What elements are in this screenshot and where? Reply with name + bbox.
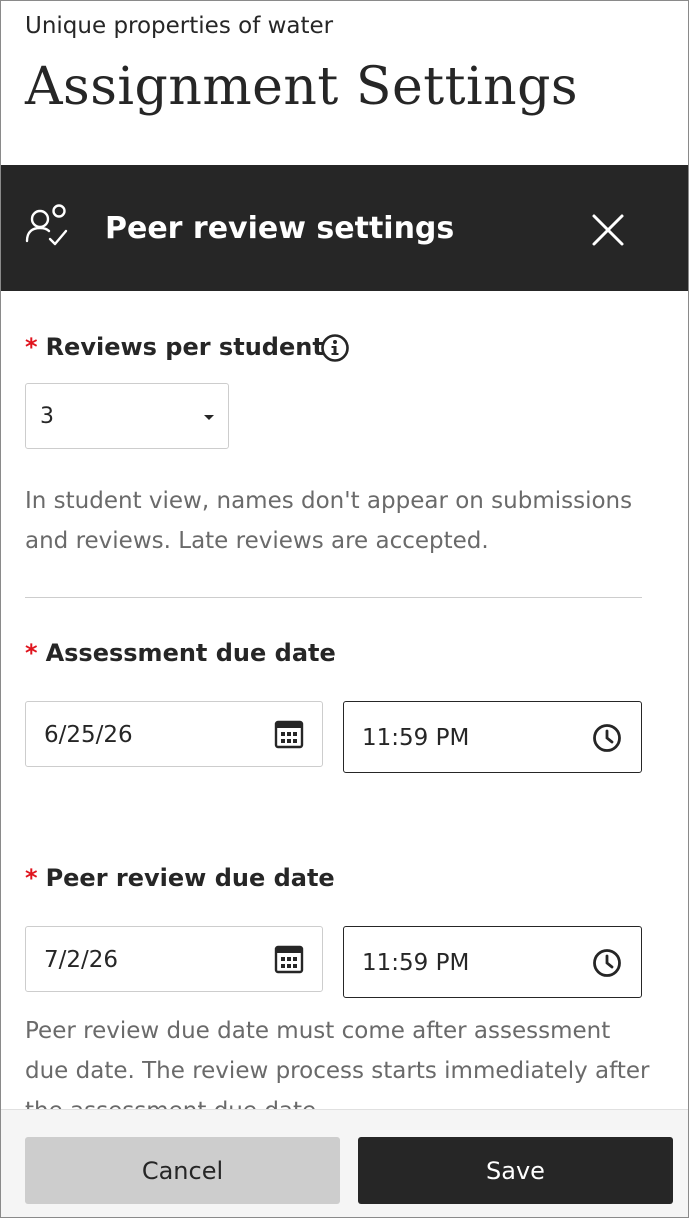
page-title: Assignment Settings xyxy=(25,57,579,117)
peer-review-due-date-input[interactable]: 7/2/26 xyxy=(25,926,323,992)
peer-review-due-time-value: 11:59 PM xyxy=(362,950,470,976)
footer-bar: Cancel Save xyxy=(1,1109,688,1217)
reviews-help-text: In student view, names don't appear on s… xyxy=(25,488,633,554)
required-marker: * xyxy=(25,333,38,361)
chevron-down-icon xyxy=(204,415,214,420)
peer-review-due-date-value: 7/2/26 xyxy=(44,947,119,973)
assignment-subtitle: Unique properties of water xyxy=(25,13,334,39)
reviews-per-student-label-text: Reviews per student xyxy=(45,333,324,361)
clock-icon[interactable] xyxy=(591,947,623,979)
panel-title: Peer review settings xyxy=(105,211,455,246)
peer-review-help-text: Peer review due date must come after ass… xyxy=(25,1018,650,1109)
close-icon[interactable] xyxy=(587,209,629,251)
assessment-due-date-value: 6/25/26 xyxy=(44,722,133,748)
required-marker: * xyxy=(25,639,38,667)
calendar-icon[interactable] xyxy=(274,719,304,749)
peer-review-due-label: * Peer review due date xyxy=(25,864,335,892)
required-marker: * xyxy=(25,864,38,892)
reviews-per-student-select[interactable]: 3 xyxy=(25,383,229,449)
assessment-due-time-value: 11:59 PM xyxy=(362,725,470,751)
assessment-due-label: * Assessment due date xyxy=(25,639,336,667)
peer-review-icon xyxy=(25,204,68,246)
section-divider xyxy=(25,597,642,598)
reviews-per-student-value: 3 xyxy=(40,404,54,429)
calendar-icon[interactable] xyxy=(274,944,304,974)
info-icon[interactable] xyxy=(320,333,350,363)
assignment-settings-screen: Unique properties of water Assignment Se… xyxy=(0,0,689,1218)
assessment-due-date-input[interactable]: 6/25/26 xyxy=(25,701,323,767)
save-button[interactable]: Save xyxy=(358,1137,673,1204)
cancel-button[interactable]: Cancel xyxy=(25,1137,340,1204)
assessment-due-time-input[interactable]: 11:59 PM xyxy=(343,701,642,773)
peer-review-due-time-input[interactable]: 11:59 PM xyxy=(343,926,642,998)
reviews-per-student-label: * Reviews per student xyxy=(25,333,324,361)
assessment-due-label-text: Assessment due date xyxy=(45,639,336,667)
clock-icon[interactable] xyxy=(591,722,623,754)
peer-review-due-label-text: Peer review due date xyxy=(45,864,335,892)
panel-content[interactable]: * Reviews per student 3 In student view, … xyxy=(1,291,688,1109)
